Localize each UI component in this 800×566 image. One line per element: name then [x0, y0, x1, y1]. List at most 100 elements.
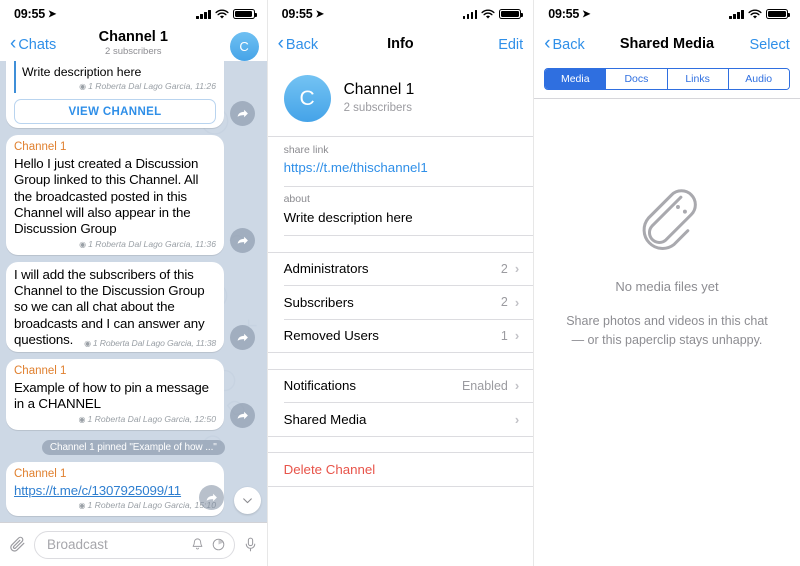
about-label: about	[283, 193, 310, 206]
status-bar-time: 09:55 ➤	[548, 7, 590, 21]
message-sender: Channel 1	[14, 141, 67, 154]
message-meta: ◉ 1 Roberta Dal Lago Garcia, 11:38	[84, 337, 216, 350]
shared-media-panel: 09:55 ➤ ‹ Back Shared Media Select Media…	[533, 0, 800, 566]
status-bar-indicators	[729, 8, 790, 20]
message-meta: ◉ 1 Roberta Dal Lago Garcia, 11:26	[22, 80, 216, 93]
row-shared-media[interactable]: Shared Media ›	[268, 403, 534, 436]
status-time-text: 09:55	[14, 7, 45, 21]
row-subscribers[interactable]: Subscribers 2 ›	[268, 286, 534, 319]
status-time-text: 09:55	[281, 7, 313, 21]
message-bubble[interactable]: Channel 1 Example of how to pin a messag…	[6, 359, 224, 430]
chat-panel: 09:55➤ ‹ Chats Channel 1 2 subscribers	[0, 0, 267, 566]
about-value: Write description here	[283, 209, 413, 225]
view-channel-button[interactable]: VIEW CHANNEL	[14, 99, 216, 125]
row-label: Administrators	[283, 261, 369, 277]
chevron-left-icon: ‹	[544, 33, 551, 54]
share-message-button[interactable]	[229, 101, 255, 127]
about-field[interactable]: about Write description here	[268, 186, 534, 235]
status-bar: 09:55 ➤	[0, 0, 267, 28]
row-value: 1	[500, 328, 508, 343]
paperclip-icon[interactable]	[8, 535, 27, 554]
self-destruct-timer-icon[interactable]	[211, 537, 226, 552]
share-message-button[interactable]	[198, 485, 224, 510]
share-message-button[interactable]	[229, 325, 255, 351]
battery-icon	[765, 8, 790, 20]
row-label: Subscribers	[283, 294, 354, 310]
chat-avatar[interactable]: C	[229, 32, 259, 61]
message-input-bar: Broadcast	[0, 522, 267, 566]
message-row: I will add the subscribers of this Chann…	[6, 261, 261, 353]
edit-button[interactable]: Edit	[498, 37, 523, 53]
status-bar: 09:55 ➤	[267, 0, 534, 28]
battery-icon	[232, 8, 257, 20]
row-value-group: ›	[515, 412, 519, 427]
location-arrow-icon: ➤	[47, 9, 57, 20]
back-button-label: Chats	[18, 36, 57, 53]
share-link-label: share link	[283, 143, 329, 156]
back-to-chats-button[interactable]: ‹ Chats	[10, 34, 57, 54]
cellular-signal-icon	[196, 9, 211, 19]
message-meta-text: 1 Roberta Dal Lago Garcia, 11:36	[88, 238, 216, 249]
media-nav-bar: ‹ Back Shared Media Select	[534, 28, 800, 61]
chat-message-list: AAAAAFRCorvpLSKTHQmi_w Telegram Channel …	[0, 61, 267, 522]
share-arrow-icon	[237, 110, 248, 118]
message-bubble[interactable]: Channel 1 Hello I just created a Discuss…	[6, 135, 224, 255]
scroll-to-bottom-button[interactable]	[233, 487, 261, 514]
info-back-button[interactable]: ‹ Back	[278, 34, 319, 54]
paperclip-sad-icon	[642, 189, 697, 251]
message-row: Channel 1 https://t.me/c/1307925099/11 ◉…	[6, 462, 261, 516]
share-link-field[interactable]: share link https://t.me/thischannel1	[268, 137, 534, 186]
broadcast-input[interactable]: Broadcast	[34, 530, 235, 559]
share-link-value[interactable]: https://t.me/thischannel1	[284, 158, 518, 177]
info-content: C Channel 1 2 subscribers share link htt…	[267, 61, 534, 566]
message-meta: ◉ 1 Roberta Dal Lago Garcia, 15:10	[14, 499, 217, 512]
channel-header[interactable]: C Channel 1 2 subscribers	[268, 61, 534, 136]
message-bubble-link-preview[interactable]: AAAAAFRCorvpLSKTHQmi_w Telegram Channel …	[6, 61, 224, 129]
cellular-signal-icon	[729, 9, 744, 19]
views-eye-icon: ◉	[78, 414, 86, 424]
message-row: Channel 1 Hello I just created a Discuss…	[6, 135, 261, 255]
status-bar-indicators	[196, 8, 257, 20]
message-text: Hello I just created a Discussion Group …	[14, 156, 199, 237]
chevron-right-icon: ›	[514, 411, 520, 427]
row-value-group: 2 ›	[501, 295, 519, 310]
battery-icon	[499, 8, 524, 20]
microphone-icon[interactable]	[242, 536, 259, 553]
message-row: AAAAAFRCorvpLSKTHQmi_w Telegram Channel …	[6, 61, 261, 129]
link-preview-card[interactable]: Telegram Channel 1 Write description her…	[14, 61, 216, 94]
share-arrow-icon	[237, 334, 248, 342]
select-button[interactable]: Select	[749, 37, 789, 53]
message-sender: Channel 1	[14, 365, 67, 378]
row-notifications[interactable]: Notifications Enabled ›	[268, 369, 534, 402]
chat-nav-bar: ‹ Chats Channel 1 2 subscribers	[0, 28, 267, 61]
empty-state: No media files yet Share photos and vide…	[534, 0, 800, 548]
views-eye-icon: ◉	[84, 339, 91, 349]
share-message-button[interactable]	[229, 227, 255, 253]
row-label: Notifications	[283, 378, 357, 394]
wifi-icon	[215, 8, 229, 19]
bell-icon[interactable]	[190, 537, 205, 552]
channel-subscriber-count: 2 subscribers	[343, 101, 412, 114]
chevron-right-icon: ›	[514, 294, 520, 310]
message-link[interactable]: https://t.me/c/1307925099/11	[14, 483, 216, 499]
message-meta-text: 1 Roberta Dal Lago Garcia, 11:38	[92, 338, 216, 349]
three-panel-screenshot: 09:55➤ ‹ Chats Channel 1 2 subscribers	[0, 0, 800, 566]
status-time-text: 09:55	[548, 7, 580, 21]
message-meta-text: 1 Roberta Dal Lago Garcia, 15:10	[87, 500, 216, 510]
chevron-right-icon: ›	[514, 328, 520, 344]
message-row: Channel 1 Example of how to pin a messag…	[6, 359, 261, 430]
media-back-button[interactable]: ‹ Back	[544, 33, 585, 54]
message-sender: Channel 1	[14, 468, 67, 481]
message-bubble[interactable]: Channel 1 https://t.me/c/1307925099/11 ◉…	[6, 462, 224, 516]
views-eye-icon: ◉	[79, 239, 87, 249]
delete-channel-row[interactable]: Delete Channel	[268, 453, 534, 486]
message-text-wrap: I will add the subscribers of this Chann…	[14, 267, 216, 349]
message-bubble[interactable]: I will add the subscribers of this Chann…	[6, 261, 224, 353]
row-removed-users[interactable]: Removed Users 1 ›	[268, 319, 534, 352]
chat-message-area[interactable]: AAAAAFRCorvpLSKTHQmi_w Telegram Channel …	[0, 61, 267, 522]
row-administrators[interactable]: Administrators 2 ›	[268, 252, 534, 285]
message-meta-text: 1 Roberta Dal Lago Garcia, 12:50	[87, 413, 216, 424]
share-message-button[interactable]	[229, 402, 255, 428]
